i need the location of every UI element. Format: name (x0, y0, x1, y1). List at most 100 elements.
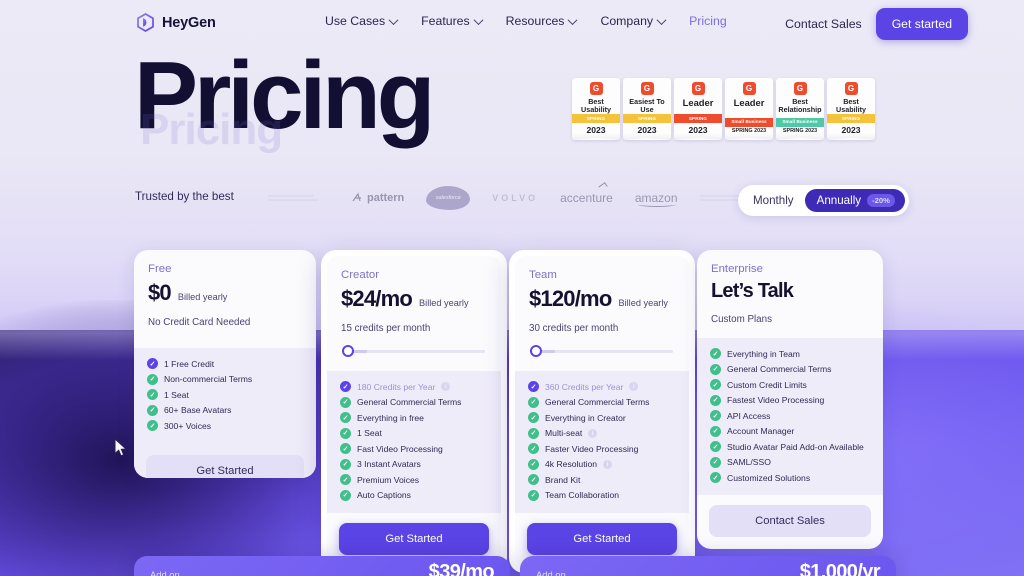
plan-name: Free (148, 263, 172, 275)
check-icon: ✓ (528, 489, 539, 501)
check-icon: ✓ (340, 458, 351, 470)
feature-label: Everything in free (357, 412, 424, 423)
slider-track (537, 350, 673, 353)
top-navigation-bar: HeyGen Use Cases Features Resources Comp… (0, 0, 1024, 46)
info-icon[interactable]: i (588, 428, 598, 438)
mouse-cursor (114, 438, 128, 457)
info-icon[interactable]: i (603, 459, 613, 469)
check-icon: ✓ (710, 394, 721, 406)
feature-label: General Commercial Terms (545, 397, 650, 407)
feature-item: ✓ Everything in Team (710, 348, 870, 359)
pricing-card-team: Team $120/mo Billed yearly 30 credits per m… (509, 250, 695, 573)
badge-ribbon: SPRING (572, 114, 620, 124)
slider-handle[interactable] (342, 345, 354, 357)
info-icon[interactable]: i (629, 382, 639, 391)
billing-note: Billed yearly (419, 298, 469, 308)
feature-item: ✓ Custom Credit Limits (710, 379, 870, 390)
badge-ribbon: SPRING (674, 114, 722, 124)
logo-pattern: pattern (352, 192, 404, 204)
check-icon: ✓ (710, 379, 721, 390)
billing-option-annually-label: Annually (816, 194, 862, 207)
chevron-down-icon (568, 14, 578, 25)
badge-title: Easiest To Use (629, 97, 665, 115)
check-icon: ✓ (340, 427, 351, 439)
g2-badge: G Easiest To Use SPRING 2023 (623, 78, 671, 140)
feature-item: ✓ Team Collaboration (528, 489, 676, 501)
feature-label: Fastest Video Processing (727, 395, 825, 405)
get-started-button[interactable]: Get started (875, 8, 968, 40)
brand-logo[interactable]: HeyGen (136, 13, 216, 32)
card-inner: Team $120/mo Billed yearly 30 credits per m… (515, 256, 689, 567)
contact-sales-link[interactable]: Contact Sales (785, 17, 862, 31)
customer-logos: pattern salesforce VOLVO accenture amazo… (268, 182, 762, 210)
pricing-card-enterprise: Enterprise Let’s Talk Custom Plans ✓ Everyth… (697, 250, 883, 549)
nav-item-company[interactable]: Company (600, 14, 667, 28)
card-cta-wrap: Contact Sales (697, 495, 883, 549)
feature-item: ✓ Customized Solutions (710, 472, 870, 483)
info-icon[interactable]: i (441, 382, 451, 391)
g2-badge: G Best Usability SPRING 2023 (572, 78, 620, 140)
feature-label: 1 Seat (357, 428, 382, 438)
addon-card[interactable]: Add on $39/mo (134, 556, 510, 576)
plan-cta-button[interactable]: Get Started (339, 522, 489, 555)
feature-item: ✓ 60+ Base Avatars (147, 404, 303, 416)
addon-card[interactable]: Add on $1,000/yr (520, 556, 896, 576)
nav-item-label: Features (421, 14, 470, 28)
feature-label: 1 Seat (164, 389, 189, 400)
billing-note: Billed yearly (618, 298, 668, 308)
g2-icon: G (742, 82, 756, 95)
feature-label: Everything in Creator (545, 412, 626, 423)
feature-item: ✓ Auto Captions (340, 489, 488, 501)
check-icon: ✓ (147, 420, 158, 431)
plan-cta-button[interactable]: Get Started (146, 455, 304, 478)
addon-cards: Add on $39/mo Add on $1,000/yr (134, 556, 896, 576)
feature-item: ✓ 1 Seat (147, 389, 303, 400)
badge-year: 2023 (841, 124, 861, 135)
price-row: $0 Billed yearly (148, 280, 302, 306)
plan-subnote: Custom Plans (711, 314, 772, 325)
billing-option-annually[interactable]: Annually -20% (804, 189, 905, 212)
feature-item: ✓ 4k Resolution i (528, 458, 676, 470)
nav-item-resources[interactable]: Resources (505, 14, 578, 28)
billing-option-monthly[interactable]: Monthly (742, 189, 805, 212)
nav-links: Use Cases Features Resources Company Pri… (325, 14, 727, 28)
feature-label: 4k Resolution (545, 459, 598, 469)
badge-ribbon: Small Business (725, 117, 773, 127)
check-icon: ✓ (147, 389, 158, 400)
plan-cta-button[interactable]: Contact Sales (709, 505, 871, 537)
g2-awards-badges: G Best Usability SPRING 2023 G Easiest To Use… (572, 78, 875, 140)
credits-slider[interactable] (529, 344, 675, 358)
feature-item: ✓ API Access (710, 410, 870, 421)
badge-ribbon: SPRING (623, 114, 671, 124)
check-icon: ✓ (710, 363, 721, 375)
credits-slider[interactable] (341, 344, 487, 358)
billing-period-toggle[interactable]: Monthly Annually -20% (738, 185, 909, 216)
brand-name: HeyGen (162, 14, 216, 31)
slider-handle[interactable] (530, 345, 542, 357)
discount-badge: -20% (867, 194, 895, 207)
feature-label: Premium Voices (357, 474, 420, 485)
nav-item-label: Resources (505, 14, 565, 28)
page-title-ghost: Pricing (140, 105, 283, 154)
check-icon: ✓ (710, 348, 721, 359)
price-row: Let’s Talk (711, 280, 869, 303)
feature-item: ✓ Everything in Creator (528, 412, 676, 423)
badge-ribbon: SPRING (827, 114, 875, 124)
check-icon: ✓ (710, 441, 721, 452)
addon-label: Add on (536, 569, 566, 576)
nav-item-label: Company (600, 14, 654, 28)
nav-item-pricing[interactable]: Pricing (689, 14, 727, 28)
feature-label: 300+ Voices (164, 420, 212, 431)
plan-price: Let’s Talk (711, 280, 794, 302)
nav-item-use-cases[interactable]: Use Cases (325, 14, 399, 28)
addon-label: Add on (150, 569, 180, 576)
g2-badge: G Best Usability SPRING 2023 (827, 78, 875, 140)
feature-item: ✓ General Commercial Terms (710, 363, 870, 375)
feature-label: Studio Avatar Paid Add-on Available (727, 441, 864, 452)
plan-cta-button[interactable]: Get Started (527, 522, 677, 555)
badge-title: Best Relationship (778, 97, 822, 115)
logo-volvo: VOLVO (492, 193, 539, 203)
check-icon: ✓ (528, 381, 539, 392)
nav-item-features[interactable]: Features (421, 14, 484, 28)
feature-item: ✓ General Commercial Terms (340, 396, 488, 408)
